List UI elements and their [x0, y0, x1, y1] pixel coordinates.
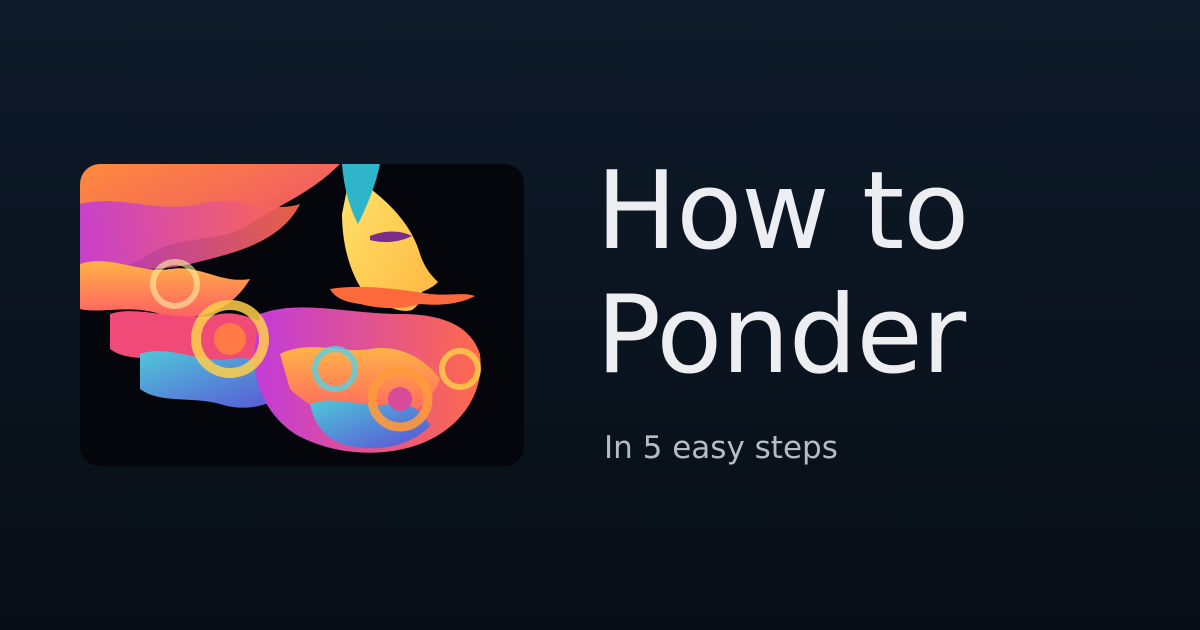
title-line-2: Ponder [596, 273, 966, 398]
hero-illustration [80, 164, 524, 466]
bearded-man-illustration [80, 164, 481, 453]
page-title: How to Ponder [596, 149, 969, 398]
subtitle: In 5 easy steps [604, 430, 838, 466]
title-line-1: How to [596, 149, 969, 274]
